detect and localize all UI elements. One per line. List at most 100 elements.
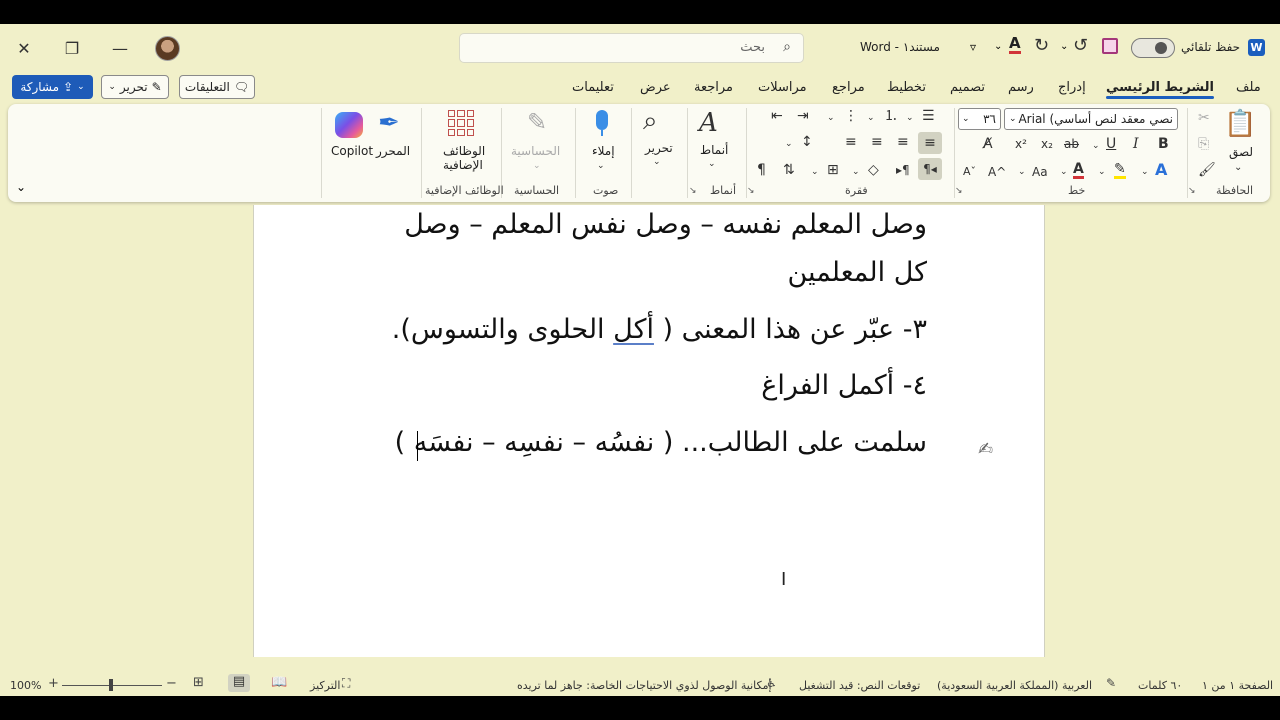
chevron-down-icon[interactable]: ⌄ [827, 110, 835, 126]
clear-formatting-icon[interactable]: A̸ [983, 136, 993, 152]
dialog-launcher-icon[interactable]: ↘ [747, 186, 755, 196]
addins-icon[interactable] [448, 110, 474, 136]
chevron-down-icon[interactable]: ⌄ [653, 154, 661, 170]
copy-icon[interactable]: ⎘ [1198, 136, 1209, 152]
document-page[interactable]: وصل المعلم نفسه – وصل نفس المعلم – وصل ك… [253, 205, 1045, 657]
comments-button[interactable]: التعليقات 🗨 [179, 75, 255, 99]
ribbon-expand-icon[interactable]: ⌄ [16, 180, 26, 194]
chevron-down-icon[interactable]: ⌄ [1060, 41, 1068, 52]
justify-icon[interactable]: ≡ [845, 134, 857, 150]
chevron-down-icon[interactable]: ⌄ [1098, 164, 1106, 180]
customize-toolbar-icon[interactable]: ▿ [970, 40, 976, 54]
dictate-label[interactable]: إملاء [592, 144, 615, 158]
dialog-launcher-icon[interactable]: ↘ [689, 186, 697, 196]
strikethrough-button[interactable]: ab [1064, 136, 1079, 152]
zoom-in-icon[interactable]: + [48, 676, 59, 691]
copilot-label[interactable]: Copilot [331, 144, 373, 158]
chevron-down-icon[interactable]: ⌄ [533, 158, 541, 174]
proofing-icon[interactable]: ✎ [1106, 676, 1116, 690]
dialog-launcher-icon[interactable]: ↘ [955, 186, 963, 196]
zoom-slider-thumb[interactable] [109, 679, 113, 691]
shrink-font-button[interactable]: Aˇ [963, 164, 976, 180]
share-button[interactable]: مشاركة ⇪ ⌄ [12, 75, 93, 99]
ltr-direction-icon[interactable]: ▸¶ [896, 162, 910, 178]
underline-button[interactable]: U [1106, 136, 1116, 152]
copilot-icon[interactable] [335, 112, 363, 138]
tab-insert[interactable]: إدراج [1058, 80, 1086, 95]
tab-design[interactable]: تصميم [950, 80, 985, 95]
tab-view[interactable]: عرض [640, 80, 671, 95]
accessibility-icon[interactable]: ♿ [766, 676, 777, 690]
restore-button[interactable]: ❐ [52, 34, 92, 62]
tab-review[interactable]: مراجعة [694, 80, 733, 95]
font-name-field[interactable]: نصي معقد لنص أساسي) Arial ⌄ [1004, 108, 1178, 130]
superscript-button[interactable]: x² [1015, 136, 1027, 152]
microphone-icon[interactable] [596, 110, 608, 130]
increase-indent-icon[interactable]: ⇥ [797, 108, 809, 124]
zoom-level[interactable]: 100% [10, 679, 41, 692]
font-color-icon[interactable]: A [1009, 36, 1021, 54]
chevron-down-icon[interactable]: ⌄ [994, 41, 1002, 52]
chevron-down-icon[interactable]: ⌄ [811, 164, 819, 180]
text-effects-icon[interactable]: A [1155, 162, 1167, 178]
print-layout-icon[interactable]: ▤ [228, 674, 250, 692]
rtl-direction-button[interactable]: ¶◂ [918, 158, 942, 180]
tab-draw[interactable]: رسم [1008, 80, 1034, 95]
styles-icon[interactable]: A [699, 108, 718, 138]
close-button[interactable]: ✕ [4, 34, 44, 62]
highlight-icon[interactable]: ✎ [1114, 162, 1126, 179]
avatar[interactable] [155, 36, 180, 61]
format-painter-icon[interactable]: 🖌 [1198, 162, 1216, 178]
tab-mailings[interactable]: مراسلات [758, 80, 807, 95]
font-size-field[interactable]: ٣٦ ⌄ [958, 108, 1001, 130]
editor-icon[interactable]: ✒ [378, 108, 400, 138]
read-mode-icon[interactable]: 📖 [271, 675, 287, 690]
page-number[interactable]: الصفحة ١ من ١ [1202, 679, 1273, 692]
copilot-draft-icon[interactable]: ✍ [978, 439, 993, 460]
italic-button[interactable]: I [1133, 136, 1139, 152]
tab-help[interactable]: تعليمات [572, 80, 614, 95]
accessibility-status[interactable]: إمكانية الوصول لذوي الاحتياجات الخاصة: ج… [517, 679, 772, 692]
focus-icon[interactable]: ⛶ [342, 676, 350, 691]
dialog-launcher-icon[interactable]: ↘ [1188, 186, 1196, 196]
bold-button[interactable]: B [1158, 136, 1169, 152]
tab-references[interactable]: مراجع [832, 80, 865, 95]
cut-icon[interactable]: ✂ [1198, 110, 1210, 126]
redo-icon[interactable]: ↻ [1034, 35, 1049, 56]
numbering-icon[interactable]: ⒈ [884, 108, 898, 124]
chevron-down-icon[interactable]: ⌄ [867, 110, 875, 126]
web-layout-icon[interactable]: ⊞ [193, 675, 204, 690]
change-case-button[interactable]: Aa [1032, 164, 1048, 180]
sensitivity-label[interactable]: الحساسية [511, 144, 560, 158]
search-box[interactable]: بحث ⌕ [459, 33, 804, 63]
sort-icon[interactable]: ⇅ [783, 162, 795, 178]
tab-layout[interactable]: تخطيط [887, 80, 926, 95]
subscript-button[interactable]: x₂ [1041, 136, 1053, 152]
chevron-down-icon[interactable]: ⌄ [852, 164, 860, 180]
align-right-button[interactable]: ≡ [918, 132, 942, 154]
chevron-down-icon[interactable]: ⌄ [1234, 160, 1242, 176]
chevron-down-icon[interactable]: ⌄ [785, 136, 793, 152]
find-icon[interactable]: ⌕ [643, 106, 658, 136]
addins-label-line2[interactable]: الإضافية [443, 158, 483, 172]
grow-font-button[interactable]: A^ [988, 164, 1006, 180]
chevron-down-icon[interactable]: ⌄ [597, 158, 605, 174]
zoom-out-icon[interactable]: − [166, 676, 177, 691]
shading-icon[interactable]: ◇ [868, 162, 879, 178]
search-input[interactable]: بحث [740, 40, 765, 55]
paste-icon[interactable]: 📋 [1224, 110, 1256, 138]
save-icon[interactable] [1102, 38, 1118, 54]
editing-mode-button[interactable]: ⌄ تحرير ✎ [101, 75, 169, 99]
chevron-down-icon[interactable]: ⌄ [708, 156, 716, 172]
decrease-indent-icon[interactable]: ⇤ [771, 108, 783, 124]
bullets-icon[interactable]: ☰ [922, 108, 935, 124]
language-status[interactable]: العربية (المملكة العربية السعودية) [937, 679, 1092, 692]
chevron-down-icon[interactable]: ⌄ [1092, 138, 1100, 154]
addins-label-line1[interactable]: الوظائف [443, 144, 485, 158]
chevron-down-icon[interactable]: ⌄ [1060, 164, 1068, 180]
multilevel-list-icon[interactable]: ⋮ [844, 108, 858, 124]
chevron-down-icon[interactable]: ⌄ [906, 110, 914, 126]
focus-label[interactable]: التركيز [310, 679, 340, 692]
chevron-down-icon[interactable]: ⌄ [1018, 164, 1026, 180]
undo-icon[interactable]: ↺ [1073, 35, 1088, 56]
